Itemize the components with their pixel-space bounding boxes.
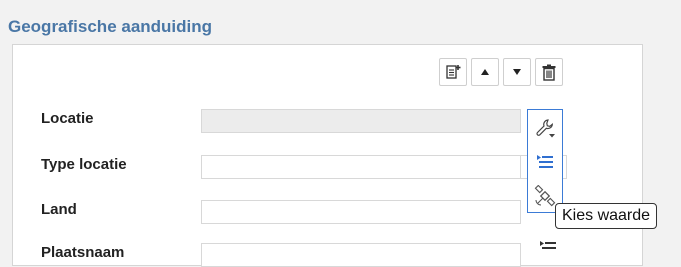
list-icon [540,241,556,249]
satellite-icon [534,185,556,207]
move-down-button[interactable] [503,58,531,86]
configure-button[interactable] [528,112,562,144]
geographic-panel: Locatie Type locatie Land Plaatsnaam [12,44,643,267]
move-up-button[interactable] [471,58,499,86]
label-type-locatie: Type locatie [41,156,127,173]
triangle-down-icon [513,69,521,75]
document-add-icon [446,65,461,79]
tooltip: Kies waarde [555,203,658,229]
label-locatie: Locatie [41,110,94,127]
field-action-menu [527,109,563,213]
type-locatie-field[interactable] [201,155,521,179]
delete-button[interactable] [535,58,563,86]
land-field[interactable] [201,200,521,224]
triangle-up-icon [481,69,489,75]
plaatsnaam-field[interactable] [201,243,521,267]
locatie-field [201,109,521,133]
toolbar [439,58,563,86]
add-entry-button[interactable] [439,58,467,86]
list-icon [537,155,553,168]
trash-icon [542,64,556,81]
label-land: Land [41,201,77,218]
section-title: Geografische aanduiding [8,17,213,36]
wrench-icon [536,119,555,138]
label-plaatsnaam: Plaatsnaam [41,244,125,261]
plaatsnaam-list-button[interactable] [538,239,558,262]
choose-value-list-button[interactable] [528,146,562,178]
